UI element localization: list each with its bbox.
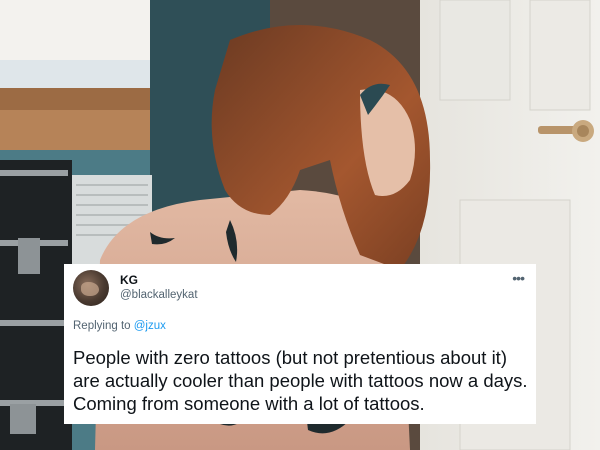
reply-to-link[interactable]: @jzux xyxy=(134,320,166,332)
tweet-card[interactable]: KG @blackalleykat ••• Replying to @jzux … xyxy=(64,264,536,424)
reply-prefix: Replying to xyxy=(73,320,131,332)
reply-context: Replying to @jzux xyxy=(73,320,166,332)
tweet-text: People with zero tattoos (but not preten… xyxy=(73,347,528,414)
more-icon[interactable]: ••• xyxy=(512,270,525,286)
avatar[interactable] xyxy=(73,270,109,306)
user-handle[interactable]: @blackalleykat xyxy=(120,289,198,301)
display-name[interactable]: KG xyxy=(120,273,138,287)
